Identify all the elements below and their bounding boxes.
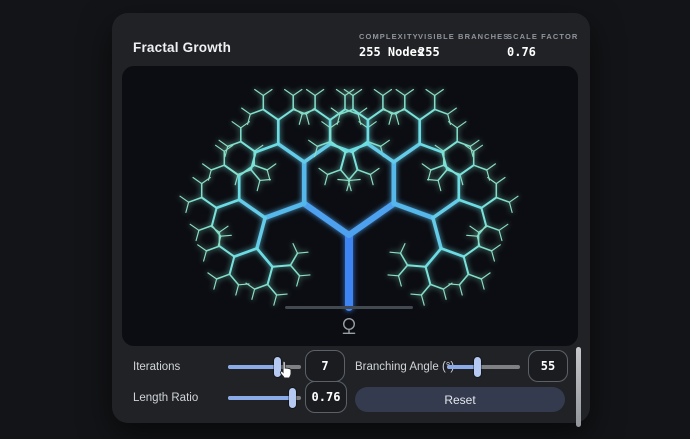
fractal-tree xyxy=(122,66,578,346)
reset-button[interactable]: Reset xyxy=(355,387,565,412)
branching-angle-label: Branching Angle (°) xyxy=(355,361,454,373)
branching-angle-value-field[interactable]: 55 xyxy=(528,350,568,382)
branching-angle-slider[interactable] xyxy=(447,357,520,377)
length-ratio-slider-fill xyxy=(228,396,292,400)
ground-line xyxy=(285,306,413,309)
panel-title: Fractal Growth xyxy=(133,40,231,55)
branching-angle-slider-fill xyxy=(447,365,478,369)
iterations-label: Iterations xyxy=(133,361,180,373)
stat-complexity: COMPLEXITY 255 Nodes xyxy=(359,32,424,59)
iterations-slider-fill xyxy=(228,365,278,369)
length-ratio-label: Length Ratio xyxy=(133,392,198,404)
stat-complexity-value: 255 Nodes xyxy=(359,45,424,59)
iterations-value-field[interactable]: 7 xyxy=(305,350,345,382)
stat-visible-branches: VISIBLE BRANCHES 255 xyxy=(418,32,509,59)
stat-scale-factor-value: 0.76 xyxy=(507,45,578,59)
iterations-slider[interactable] xyxy=(228,357,301,377)
iterations-slider-thumb[interactable] xyxy=(274,357,281,377)
fractal-canvas xyxy=(122,66,578,346)
fractal-growth-panel: Fractal Growth COMPLEXITY 255 Nodes VISI… xyxy=(112,13,590,423)
length-ratio-value-field[interactable]: 0.76 xyxy=(305,381,347,413)
stat-scale-factor: SCALE FACTOR 0.76 xyxy=(507,32,578,59)
stat-visible-branches-value: 255 xyxy=(418,45,509,59)
branching-angle-slider-thumb[interactable] xyxy=(474,357,481,377)
stat-visible-branches-label: VISIBLE BRANCHES xyxy=(418,32,509,41)
scrollbar-thumb[interactable] xyxy=(576,347,581,427)
tree-icon xyxy=(338,316,360,338)
stat-complexity-label: COMPLEXITY xyxy=(359,32,424,41)
stat-scale-factor-label: SCALE FACTOR xyxy=(507,32,578,41)
length-ratio-slider-thumb[interactable] xyxy=(289,388,296,408)
length-ratio-slider[interactable] xyxy=(228,388,301,408)
